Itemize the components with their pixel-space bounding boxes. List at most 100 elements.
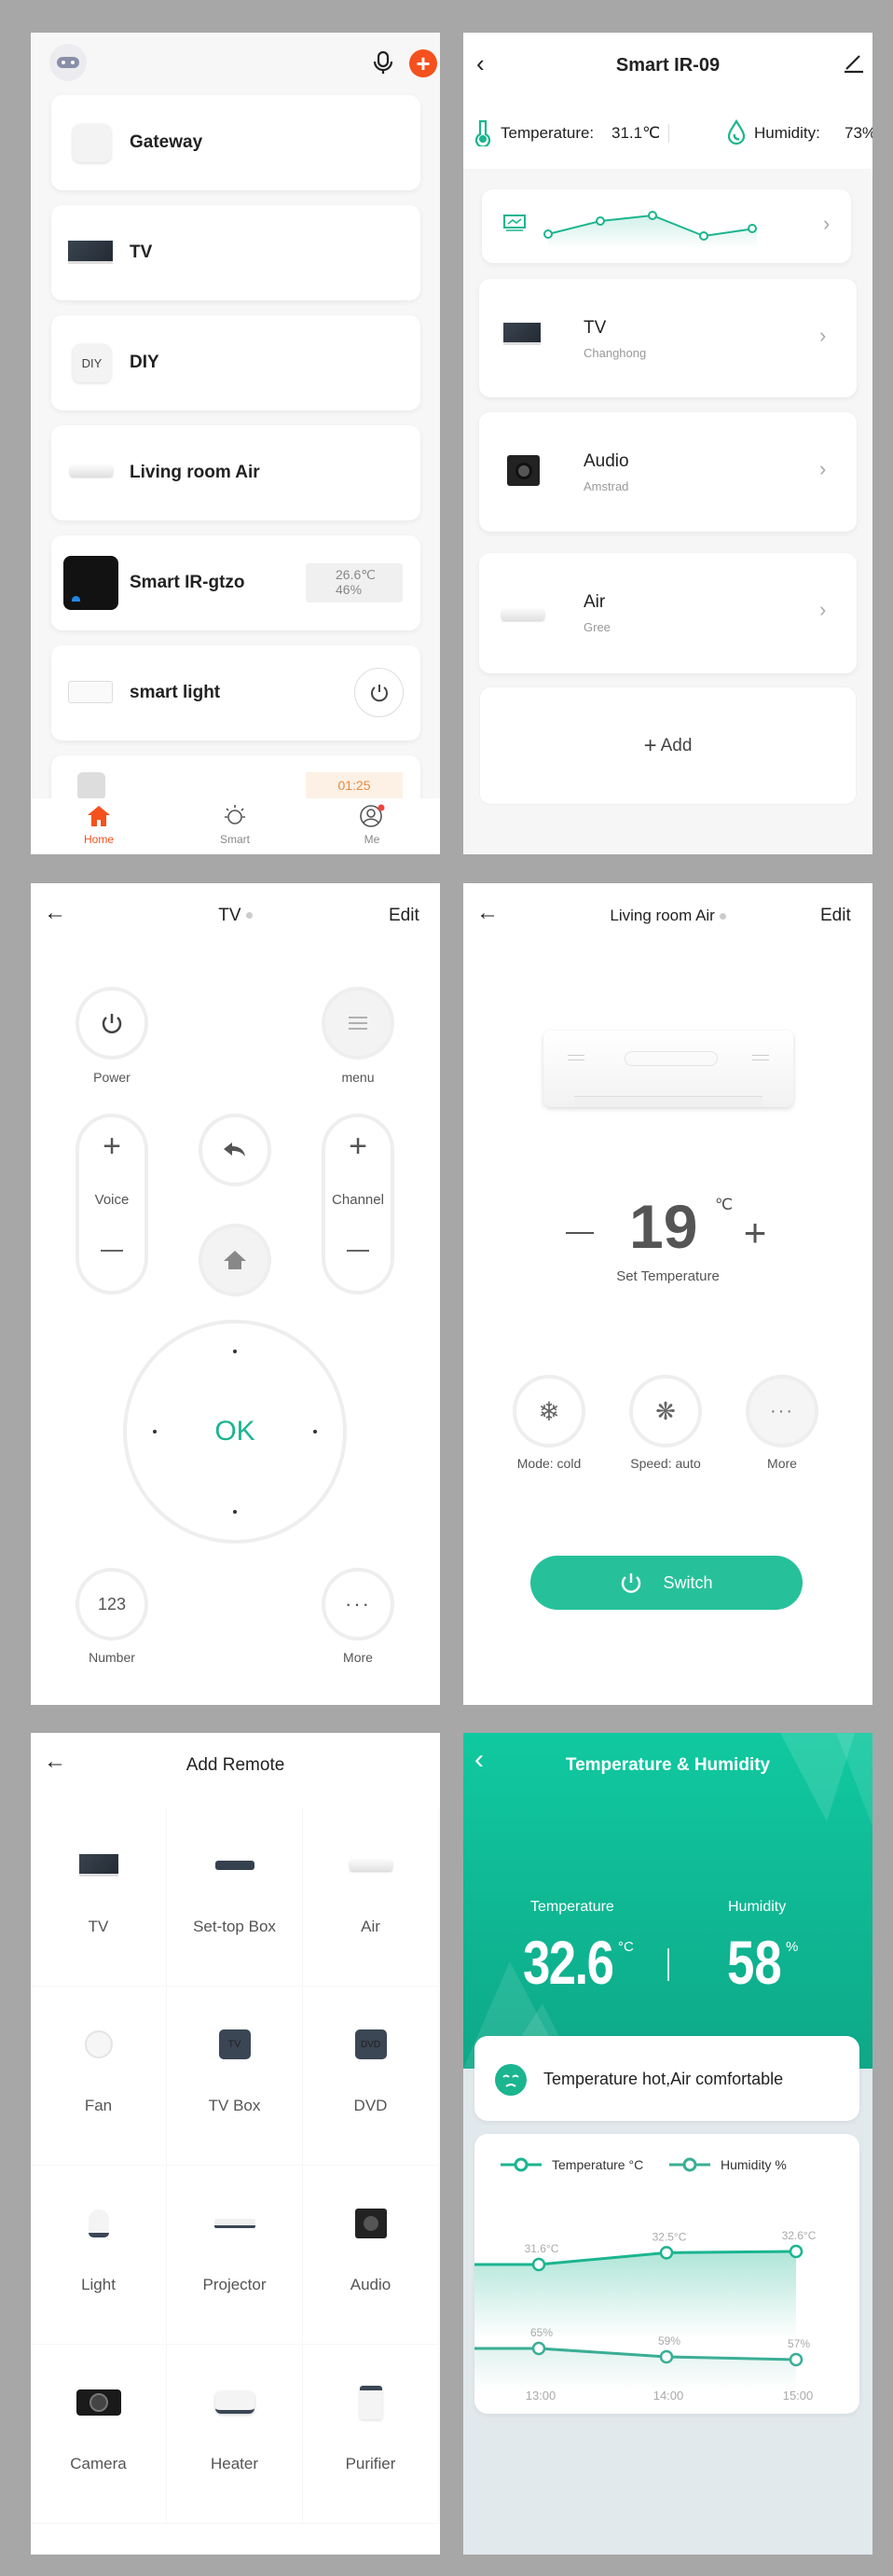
remote-card-audio[interactable]: Audio Amstrad ›	[479, 412, 857, 532]
edit-button[interactable]: Edit	[820, 906, 851, 926]
bottom-tab-bar: Home Smart Me	[31, 798, 440, 854]
remote-type-set-top-box[interactable]: Set-top Box	[167, 1807, 303, 1987]
remote-type-fan[interactable]: Fan	[31, 1987, 167, 2166]
remote-type-label: Air	[361, 1918, 380, 1935]
data-point	[789, 2352, 804, 2367]
device-name: Living room Air	[130, 463, 260, 482]
history-chart-card: Temperature °C Humidity % 31.6°C 32.5°C 32.6…	[474, 2134, 859, 2414]
chevron-right-icon: ›	[819, 598, 827, 621]
remote-type-label: Heater	[210, 2455, 259, 2472]
channel-down-button[interactable]	[325, 1227, 391, 1274]
humidity-unit: %	[786, 1939, 799, 1955]
sparkline	[543, 211, 757, 249]
remote-type-tv[interactable]: TV	[31, 1807, 167, 1987]
ok-button[interactable]: OK	[214, 1416, 254, 1447]
dpad-left[interactable]	[149, 1426, 160, 1437]
x-tick-label: 14:00	[653, 2389, 684, 2403]
fan-speed-button[interactable]: ❋	[629, 1375, 702, 1447]
more-icon: ···	[345, 1592, 371, 1615]
device-card-smart-light[interactable]: smart light	[51, 645, 420, 741]
device-name: smart light	[130, 683, 221, 702]
status-dot	[719, 913, 726, 921]
more-button[interactable]: ···	[746, 1375, 818, 1447]
device-card-smart-ir[interactable]: Smart IR-gtzo 26.6℃ 46%	[51, 535, 420, 630]
remote-card-tv[interactable]: TV Changhong ›	[479, 279, 857, 397]
legend-marker	[514, 2157, 529, 2172]
remote-type-audio[interactable]: Audio	[303, 2166, 439, 2345]
remote-name: Audio	[584, 451, 629, 471]
device-card-living-room-air[interactable]: Living room Air	[51, 425, 420, 520]
remote-type-camera[interactable]: Camera	[31, 2345, 167, 2524]
device-name: Smart IR-gtzo	[130, 573, 245, 592]
more-icon: ···	[770, 1400, 794, 1421]
history-chart-card[interactable]: ›	[482, 189, 851, 263]
power-toggle-button[interactable]	[354, 668, 404, 717]
channel-label: Channel	[332, 1192, 384, 1208]
device-card-gateway[interactable]: Gateway	[51, 95, 420, 190]
add-device-button[interactable]: +	[409, 49, 437, 77]
humidity-label: Humidity	[728, 1899, 787, 1915]
number-button[interactable]: 123	[76, 1568, 148, 1641]
x-tick-label: 15:00	[783, 2389, 814, 2403]
volume-down-button[interactable]	[79, 1227, 144, 1274]
speed-label: Speed: auto	[630, 1456, 701, 1471]
avatar[interactable]	[49, 44, 87, 81]
remote-type-air[interactable]: Air	[303, 1807, 439, 1987]
robot-icon	[57, 57, 79, 68]
switch-label: Switch	[663, 1572, 713, 1592]
humidity-value: 73%	[845, 124, 872, 142]
dpad-right[interactable]	[309, 1426, 321, 1437]
device-card-tv[interactable]: TV	[51, 205, 420, 300]
tab-home[interactable]: Home	[71, 798, 127, 854]
mode-button[interactable]: ❄	[513, 1375, 585, 1447]
device-card-diy[interactable]: DIY DIY	[51, 315, 420, 410]
temperature-up-button[interactable]: +	[734, 1211, 776, 1254]
data-label: 65%	[530, 2326, 553, 2339]
tab-smart[interactable]: Smart	[207, 798, 263, 854]
temperature-down-button[interactable]	[566, 1219, 612, 1247]
remote-type-tv-box[interactable]: TV TV Box	[167, 1987, 303, 2166]
menu-button[interactable]	[322, 987, 394, 1059]
remote-card-air[interactable]: Air Gree ›	[479, 553, 857, 673]
data-point	[659, 2349, 674, 2364]
add-remote-button[interactable]: + Add	[479, 686, 857, 805]
device-name: DIY	[130, 353, 159, 372]
remote-type-purifier[interactable]: Purifier	[303, 2345, 439, 2524]
number-label: Number	[89, 1650, 135, 1665]
remote-type-dvd[interactable]: DVD DVD	[303, 1987, 439, 2166]
remote-type-grid: TV Set-top Box Air Fan TV TV Box DVD DVD Light Pr…	[31, 1807, 440, 2526]
notification-dot	[378, 804, 385, 811]
remote-type-light[interactable]: Light	[31, 2166, 167, 2345]
dpad-up[interactable]	[229, 1346, 240, 1357]
more-button[interactable]: ···	[322, 1568, 394, 1641]
light-bulb-icon	[31, 2205, 166, 2242]
dpad-down[interactable]	[229, 1506, 240, 1517]
microphone-icon[interactable]	[370, 49, 396, 76]
back-button[interactable]	[199, 1114, 271, 1186]
speaker-icon	[303, 2205, 438, 2242]
air-remote-screen: ← Living room Air Edit 19 ℃ + Set Temper…	[463, 883, 872, 1705]
switch-button[interactable]: Switch	[530, 1556, 803, 1610]
user-icon	[360, 804, 385, 827]
edit-button[interactable]: Edit	[389, 906, 419, 926]
temperature-label: Temperature:	[501, 124, 595, 142]
home-button[interactable]	[199, 1224, 271, 1296]
remote-type-heater[interactable]: Heater	[167, 2345, 303, 2524]
channel-up-button[interactable]: +	[325, 1123, 391, 1170]
edit-icon[interactable]	[843, 51, 865, 74]
air-conditioner-image	[543, 1031, 793, 1107]
volume-control: + Voice	[76, 1114, 148, 1295]
data-label: 57%	[788, 2337, 810, 2350]
remote-type-label: Camera	[70, 2455, 127, 2472]
air-conditioner-icon	[303, 1847, 438, 1884]
data-point	[531, 2257, 546, 2272]
chevron-right-icon: ›	[819, 324, 827, 347]
home-icon	[88, 806, 110, 826]
page-title: TV	[31, 906, 440, 926]
page-title: Add Remote	[185, 1755, 285, 1775]
volume-up-button[interactable]: +	[79, 1123, 144, 1170]
power-button[interactable]	[76, 987, 148, 1059]
remote-type-projector[interactable]: Projector	[167, 2166, 303, 2345]
light-switch-icon	[68, 681, 113, 703]
tab-me[interactable]: Me	[344, 798, 400, 854]
